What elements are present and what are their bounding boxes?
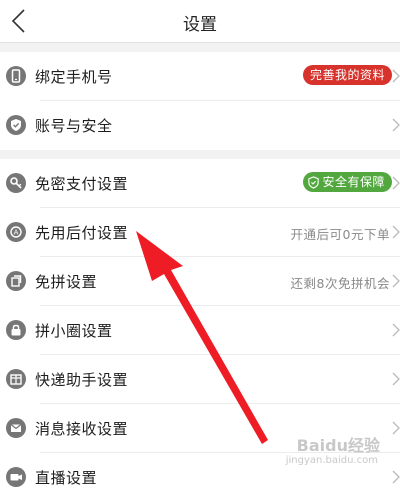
section-divider <box>0 150 400 159</box>
chevron-right-icon <box>392 225 400 239</box>
settings-item-label: 消息接收设置 <box>35 420 129 438</box>
chevron-right-icon <box>392 274 400 288</box>
secure-badge-text: 安全有保障 <box>322 175 385 189</box>
settings-item-password-free-pay[interactable]: 免密支付设置 安全有保障 <box>0 159 400 208</box>
complete-profile-badge[interactable]: 完善我的资料 <box>302 65 392 85</box>
settings-item-label: 直播设置 <box>35 469 98 487</box>
package-icon <box>6 369 26 389</box>
settings-item-label: 先用后付设置 <box>35 224 129 242</box>
settings-item-account-security[interactable]: 账号与安全 <box>0 101 400 150</box>
chevron-right-icon <box>392 118 400 132</box>
shield-check-icon <box>6 115 26 135</box>
secure-badge[interactable]: 安全有保障 <box>303 172 392 192</box>
settings-item-label: 账号与安全 <box>35 117 113 135</box>
settings-item-circle[interactable]: 拼小圈设置 <box>0 306 400 355</box>
chevron-right-icon <box>392 372 400 386</box>
chevron-right-icon <box>392 176 400 190</box>
chevron-right-icon <box>392 69 400 83</box>
chevron-right-icon <box>392 323 400 337</box>
mail-icon <box>6 418 26 438</box>
key-icon <box>6 173 26 193</box>
settings-item-label: 免密支付设置 <box>35 175 129 193</box>
watermark-logo: Baidu经验 <box>296 436 380 455</box>
settings-item-label: 拼小圈设置 <box>35 322 113 340</box>
chevron-right-icon <box>392 421 400 435</box>
page-title: 设置 <box>183 15 217 35</box>
lock-bag-icon <box>6 320 26 340</box>
settings-item-group-free[interactable]: 免拼设置 还剩8次免拼机会 <box>0 257 400 306</box>
copy-icon <box>6 271 26 291</box>
settings-item-label: 免拼设置 <box>35 273 98 291</box>
settings-item-bind-phone[interactable]: 绑定手机号 完善我的资料 <box>0 52 400 101</box>
group-free-hint: 还剩8次免拼机会 <box>290 276 390 291</box>
camera-icon <box>6 467 26 487</box>
watermark-url: jingyan.baidu.com <box>285 455 378 466</box>
section-divider <box>0 43 400 52</box>
settings-item-pay-later[interactable]: A 先用后付设置 开通后可0元下单 <box>0 208 400 257</box>
phone-icon <box>6 66 26 86</box>
shield-icon <box>308 176 320 189</box>
pay-later-icon: A <box>6 222 26 242</box>
svg-text:A: A <box>14 229 19 237</box>
settings-item-delivery[interactable]: 快递助手设置 <box>0 355 400 404</box>
nav-header: 设置 <box>0 0 400 43</box>
settings-item-label: 绑定手机号 <box>35 68 113 86</box>
chevron-right-icon <box>392 470 400 484</box>
settings-item-label: 快递助手设置 <box>35 371 129 389</box>
pay-later-hint: 开通后可0元下单 <box>290 227 390 242</box>
